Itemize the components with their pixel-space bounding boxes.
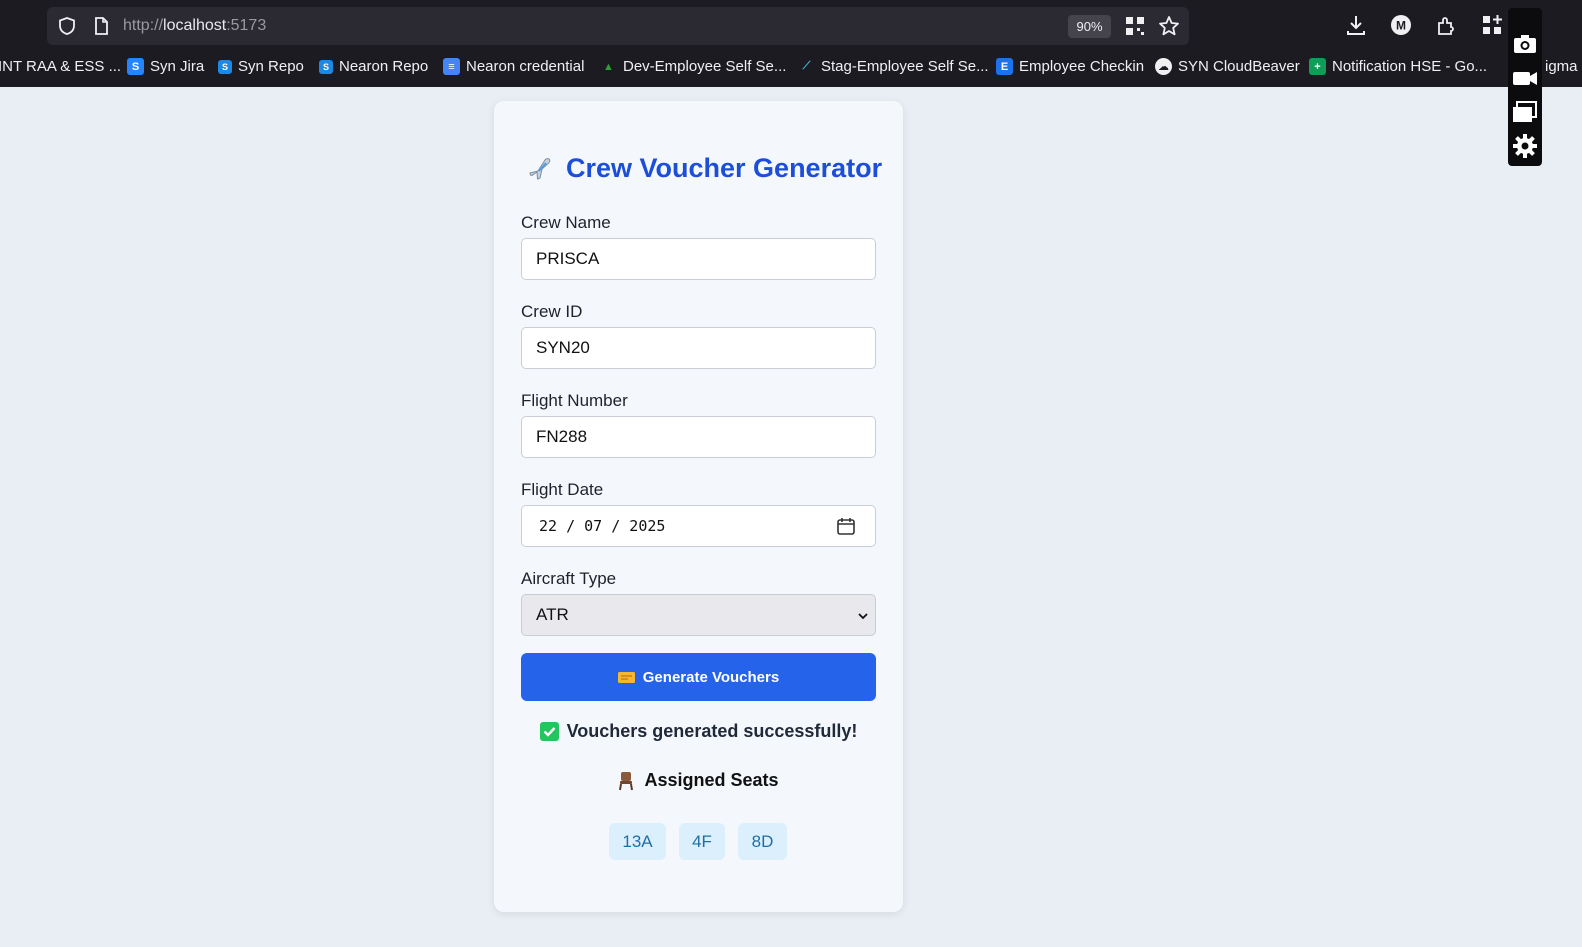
gear-icon[interactable] (1511, 132, 1539, 160)
bookmark-label: Notification HSE - Go... (1332, 58, 1488, 75)
bookmark-syn-repo[interactable]: S Syn Repo (218, 58, 304, 75)
bookmark-label: Syn Repo (238, 58, 304, 75)
bookmark-syn-jira[interactable]: S Syn Jira (127, 58, 204, 75)
page-title: Crew Voucher Generator (526, 153, 882, 184)
bookmark-nearon-repo[interactable]: S Nearon Repo (319, 58, 428, 75)
success-message: Vouchers generated successfully! (494, 721, 903, 742)
crew-name-input[interactable]: PRISCA (521, 238, 876, 280)
bookmark-notification-hse[interactable]: + Notification HSE - Go... (1309, 58, 1487, 75)
bookmark-figma[interactable]: igma (1545, 58, 1578, 75)
qr-code-icon[interactable] (1123, 14, 1147, 38)
aircraft-type-label: Aircraft Type (521, 569, 617, 588)
bookmark-label: SYN CloudBeaver (1178, 58, 1300, 75)
video-camera-icon[interactable] (1511, 64, 1539, 92)
page-icon[interactable] (91, 16, 111, 36)
bookmark-label: Employee Checkin (1019, 58, 1145, 75)
url-text[interactable]: http://localhost:5173 (123, 17, 266, 35)
bookmark-label: Syn Jira (150, 58, 205, 75)
assigned-seats-heading: Assigned Seats (494, 770, 903, 791)
assigned-seats-title: Assigned Seats (644, 770, 779, 790)
crew-id-input[interactable]: SYN20 (521, 327, 876, 369)
docs-icon: ≡ (443, 58, 460, 75)
sheets-icon: + (1309, 58, 1326, 75)
jira-icon: S (127, 58, 144, 75)
download-icon[interactable] (1344, 13, 1368, 37)
chevron-down-icon (858, 613, 868, 620)
bookmark-label: Dev-Employee Self Se... (623, 58, 787, 75)
svg-text:M: M (1396, 19, 1406, 33)
zoom-level-badge[interactable]: 90% (1068, 15, 1111, 38)
chair-icon (619, 771, 634, 790)
bookmark-employee-checkin[interactable]: E Employee Checkin (996, 58, 1144, 75)
voucher-form-card: Crew Voucher Generator Crew Name PRISCA … (494, 101, 903, 912)
bookmark-label: igma (1545, 58, 1578, 75)
bookmark-nearon-credential[interactable]: ≡ Nearon credential (443, 58, 584, 75)
bookmark-syn-cloudbeaver[interactable]: ☁ SYN CloudBeaver (1155, 58, 1300, 75)
bookmark-label: Nearon Repo (339, 58, 429, 75)
extensions-icon[interactable] (1434, 13, 1458, 37)
address-bar[interactable]: http://localhost:5173 90% (47, 7, 1189, 45)
cloudbeaver-icon: ☁ (1155, 58, 1172, 75)
ticket-icon (617, 671, 635, 683)
airplane-icon (529, 157, 551, 180)
bookmark-stag-ess[interactable]: ⟋ Stag-Employee Self Se... (798, 58, 989, 75)
browser-chrome: http://localhost:5173 90% M INT RAA & ES… (0, 0, 1582, 87)
shield-icon[interactable] (57, 16, 77, 36)
bookmark-int-raa[interactable]: INT RAA & ESS ... (0, 58, 121, 75)
flight-date-input[interactable]: 22 / 07 / 2025 (521, 505, 876, 547)
seat-chip: 13A (609, 823, 666, 860)
flight-number-label: Flight Number (521, 391, 628, 410)
check-icon (539, 722, 559, 741)
flight-date-value: 22 / 07 / 2025 (539, 517, 666, 535)
success-message-text: Vouchers generated successfully! (566, 721, 858, 741)
aircraft-type-value: ATR (536, 605, 569, 624)
checkin-icon: E (996, 58, 1013, 75)
page-title-text: Crew Voucher Generator (566, 153, 883, 183)
camera-icon[interactable] (1511, 30, 1539, 58)
bookmark-label: Stag-Employee Self Se... (821, 58, 989, 75)
crew-id-label: Crew ID (521, 302, 583, 321)
seat-chip: 4F (679, 823, 725, 860)
aircraft-type-select[interactable]: ATR (521, 594, 876, 636)
repo-icon: S (218, 59, 232, 74)
flight-date-label: Flight Date (521, 480, 604, 499)
ess-icon: ▲ (603, 60, 614, 73)
generate-vouchers-label: Generate Vouchers (642, 668, 780, 686)
windows-icon[interactable] (1511, 98, 1539, 126)
bookmark-label: Nearon credential (466, 58, 585, 75)
ess-stag-icon: ⟋ (802, 60, 811, 72)
account-avatar-icon[interactable]: M (1389, 13, 1413, 37)
flight-number-input[interactable]: FN288 (521, 416, 876, 458)
repo-icon: S (319, 59, 333, 74)
capture-tool-panel (1508, 8, 1542, 166)
bookmark-dev-ess[interactable]: ▲ Dev-Employee Self Se... (600, 58, 786, 75)
generate-vouchers-button[interactable]: Generate Vouchers (521, 653, 876, 701)
apps-grid-icon[interactable] (1480, 13, 1504, 37)
bookmark-label: INT RAA & ESS ... (0, 58, 122, 75)
calendar-icon[interactable] (836, 516, 856, 536)
bookmark-star-icon[interactable] (1157, 14, 1181, 38)
crew-name-label: Crew Name (521, 213, 611, 232)
seat-chip: 8D (738, 823, 787, 860)
